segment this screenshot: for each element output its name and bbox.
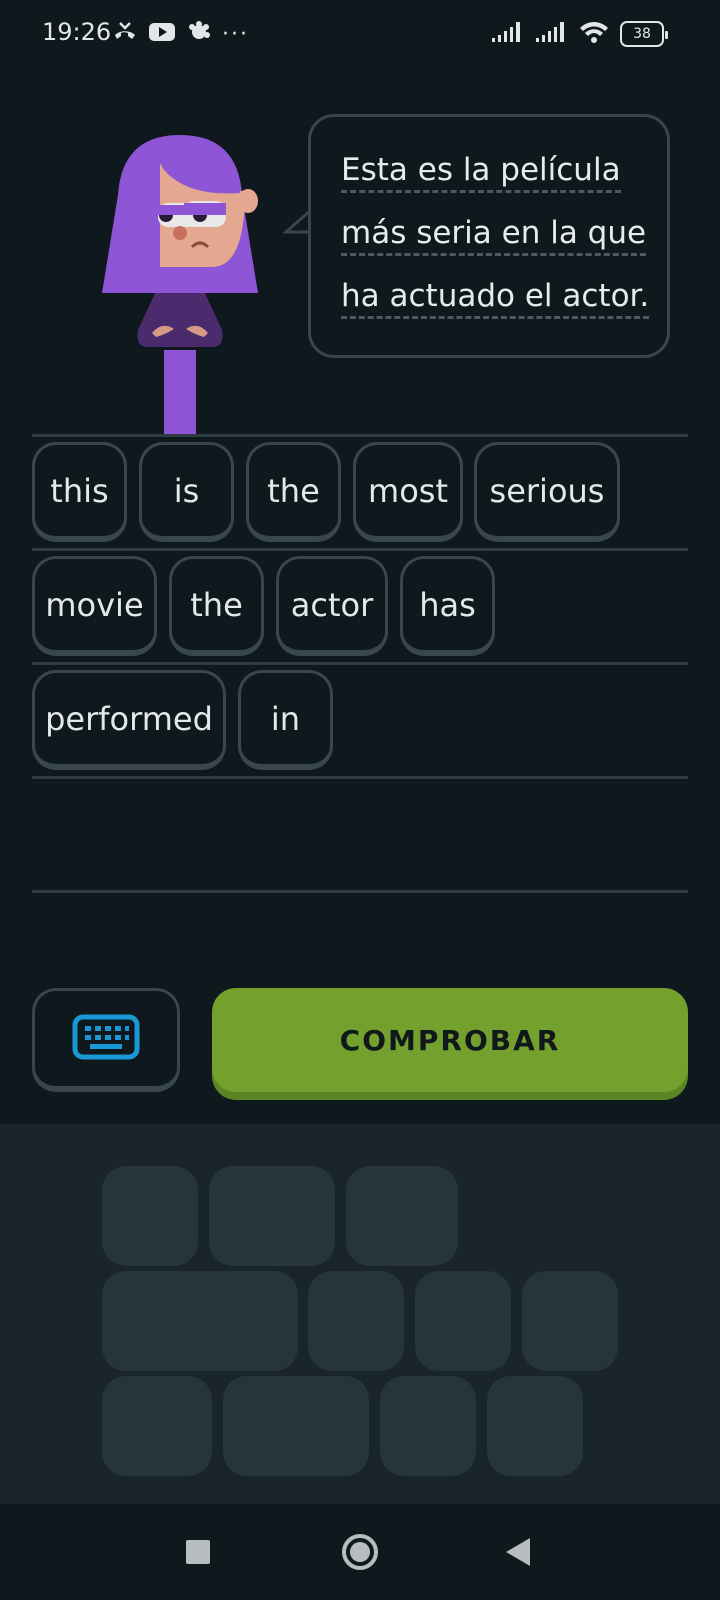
more-notifications-icon: ··· [222,21,249,47]
answer-chip[interactable]: actor [276,556,388,656]
answer-line [32,662,688,665]
word-bank-slot [487,1376,583,1476]
word-bank-slot [346,1166,458,1266]
signal-icon [490,20,524,48]
keyboard-toggle-button[interactable] [32,988,180,1092]
answer-chip[interactable]: serious [474,442,620,542]
app-notification-icon [186,20,212,48]
answer-line [32,548,688,551]
prompt-text[interactable]: Esta es la película [341,152,621,193]
word-bank-slot [308,1271,404,1371]
battery-icon: 38 [620,21,668,47]
answer-chip[interactable]: the [246,442,341,542]
word-bank-slot [415,1271,511,1371]
recents-icon[interactable] [186,1540,210,1564]
answer-chip[interactable]: has [400,556,495,656]
back-icon[interactable] [506,1538,530,1566]
answer-chip[interactable]: is [139,442,234,542]
prompt-line: ha actuado el actor. [341,265,667,328]
signal-icon [534,20,568,48]
word-bank-slot [102,1376,212,1476]
battery-level: 38 [633,26,651,42]
keyboard-icon [72,1014,140,1064]
answer-chip[interactable]: movie [32,556,157,656]
answer-line [32,890,688,893]
answer-chip[interactable]: most [353,442,463,542]
word-bank-slot [102,1271,298,1371]
answer-chip[interactable]: the [169,556,264,656]
missed-call-icon [112,20,138,48]
word-bank-slot [522,1271,618,1371]
status-bar: 19:26 ··· 38 [0,0,720,70]
status-time: 19:26 [42,18,112,46]
prompt-text[interactable]: más seria en la que [341,215,647,256]
prompt-line: Esta es la película [341,139,667,202]
word-bank [0,1124,720,1504]
answer-chip[interactable]: this [32,442,127,542]
word-bank-slot [209,1166,335,1266]
answer-chip[interactable]: in [238,670,333,770]
check-button[interactable]: COMPROBAR [212,988,688,1092]
answer-area: this is the most serious movie the actor… [32,434,688,894]
word-bank-slot [223,1376,369,1476]
character-illustration [100,135,265,435]
wifi-icon [578,20,610,48]
youtube-icon [148,21,176,47]
answer-line [32,776,688,779]
answer-chip[interactable]: performed [32,670,226,770]
prompt-line: más seria en la que [341,202,667,265]
home-icon[interactable] [342,1534,378,1570]
word-bank-slot [102,1166,198,1266]
speech-bubble: Esta es la película más seria en la que … [308,114,670,358]
prompt-text[interactable]: ha actuado el actor. [341,278,650,319]
word-bank-slot [380,1376,476,1476]
answer-line [32,434,688,437]
